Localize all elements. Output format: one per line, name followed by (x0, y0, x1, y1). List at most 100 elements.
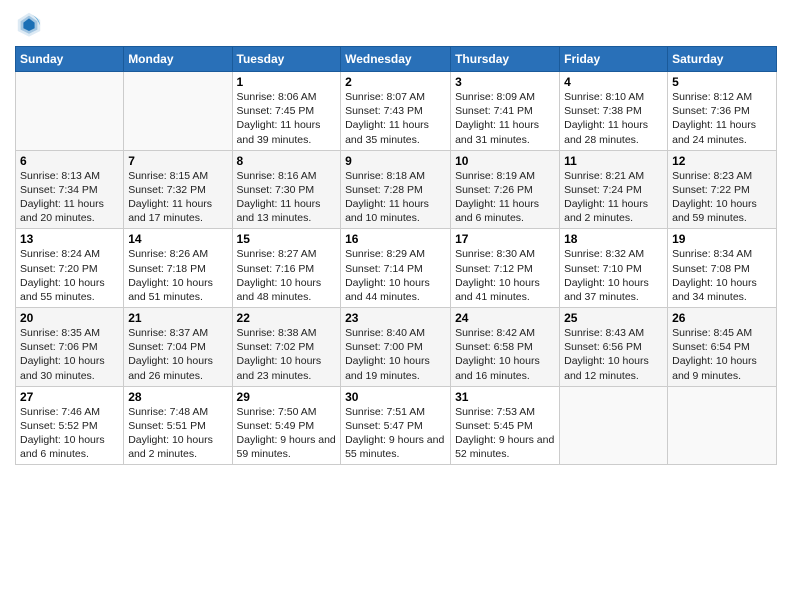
logo (15, 10, 47, 38)
day-number: 22 (237, 311, 337, 325)
day-header-wednesday: Wednesday (341, 47, 451, 72)
calendar-cell: 11Sunrise: 8:21 AM Sunset: 7:24 PM Dayli… (560, 150, 668, 229)
calendar-cell: 30Sunrise: 7:51 AM Sunset: 5:47 PM Dayli… (341, 386, 451, 465)
day-info: Sunrise: 8:21 AM Sunset: 7:24 PM Dayligh… (564, 169, 663, 226)
calendar-cell: 2Sunrise: 8:07 AM Sunset: 7:43 PM Daylig… (341, 72, 451, 151)
calendar-cell: 8Sunrise: 8:16 AM Sunset: 7:30 PM Daylig… (232, 150, 341, 229)
day-info: Sunrise: 8:40 AM Sunset: 7:00 PM Dayligh… (345, 326, 446, 383)
calendar-cell: 3Sunrise: 8:09 AM Sunset: 7:41 PM Daylig… (451, 72, 560, 151)
calendar-cell: 18Sunrise: 8:32 AM Sunset: 7:10 PM Dayli… (560, 229, 668, 308)
week-row-2: 6Sunrise: 8:13 AM Sunset: 7:34 PM Daylig… (16, 150, 777, 229)
day-header-saturday: Saturday (668, 47, 777, 72)
day-number: 11 (564, 154, 663, 168)
calendar-cell: 9Sunrise: 8:18 AM Sunset: 7:28 PM Daylig… (341, 150, 451, 229)
day-header-thursday: Thursday (451, 47, 560, 72)
day-number: 21 (128, 311, 227, 325)
calendar-cell: 23Sunrise: 8:40 AM Sunset: 7:00 PM Dayli… (341, 308, 451, 387)
calendar-cell: 13Sunrise: 8:24 AM Sunset: 7:20 PM Dayli… (16, 229, 124, 308)
header-row: SundayMondayTuesdayWednesdayThursdayFrid… (16, 47, 777, 72)
day-info: Sunrise: 8:23 AM Sunset: 7:22 PM Dayligh… (672, 169, 772, 226)
calendar-cell (124, 72, 232, 151)
calendar-cell: 14Sunrise: 8:26 AM Sunset: 7:18 PM Dayli… (124, 229, 232, 308)
day-number: 2 (345, 75, 446, 89)
day-info: Sunrise: 8:18 AM Sunset: 7:28 PM Dayligh… (345, 169, 446, 226)
day-number: 13 (20, 232, 119, 246)
day-number: 10 (455, 154, 555, 168)
week-row-1: 1Sunrise: 8:06 AM Sunset: 7:45 PM Daylig… (16, 72, 777, 151)
day-header-tuesday: Tuesday (232, 47, 341, 72)
calendar-cell: 19Sunrise: 8:34 AM Sunset: 7:08 PM Dayli… (668, 229, 777, 308)
calendar-cell: 31Sunrise: 7:53 AM Sunset: 5:45 PM Dayli… (451, 386, 560, 465)
day-info: Sunrise: 8:37 AM Sunset: 7:04 PM Dayligh… (128, 326, 227, 383)
day-number: 25 (564, 311, 663, 325)
day-number: 3 (455, 75, 555, 89)
day-info: Sunrise: 7:50 AM Sunset: 5:49 PM Dayligh… (237, 405, 337, 462)
day-number: 5 (672, 75, 772, 89)
calendar-cell: 16Sunrise: 8:29 AM Sunset: 7:14 PM Dayli… (341, 229, 451, 308)
day-number: 12 (672, 154, 772, 168)
calendar-cell: 7Sunrise: 8:15 AM Sunset: 7:32 PM Daylig… (124, 150, 232, 229)
day-number: 29 (237, 390, 337, 404)
day-number: 18 (564, 232, 663, 246)
day-number: 6 (20, 154, 119, 168)
day-info: Sunrise: 8:26 AM Sunset: 7:18 PM Dayligh… (128, 247, 227, 304)
calendar-cell: 22Sunrise: 8:38 AM Sunset: 7:02 PM Dayli… (232, 308, 341, 387)
calendar-cell: 28Sunrise: 7:48 AM Sunset: 5:51 PM Dayli… (124, 386, 232, 465)
logo-icon (15, 10, 43, 38)
calendar-cell: 27Sunrise: 7:46 AM Sunset: 5:52 PM Dayli… (16, 386, 124, 465)
calendar-cell: 4Sunrise: 8:10 AM Sunset: 7:38 PM Daylig… (560, 72, 668, 151)
day-info: Sunrise: 7:46 AM Sunset: 5:52 PM Dayligh… (20, 405, 119, 462)
calendar-cell: 12Sunrise: 8:23 AM Sunset: 7:22 PM Dayli… (668, 150, 777, 229)
day-info: Sunrise: 8:42 AM Sunset: 6:58 PM Dayligh… (455, 326, 555, 383)
day-info: Sunrise: 7:53 AM Sunset: 5:45 PM Dayligh… (455, 405, 555, 462)
calendar-cell: 1Sunrise: 8:06 AM Sunset: 7:45 PM Daylig… (232, 72, 341, 151)
calendar-cell (668, 386, 777, 465)
day-header-sunday: Sunday (16, 47, 124, 72)
day-info: Sunrise: 8:12 AM Sunset: 7:36 PM Dayligh… (672, 90, 772, 147)
calendar-cell: 10Sunrise: 8:19 AM Sunset: 7:26 PM Dayli… (451, 150, 560, 229)
calendar-cell (560, 386, 668, 465)
day-header-monday: Monday (124, 47, 232, 72)
day-info: Sunrise: 8:09 AM Sunset: 7:41 PM Dayligh… (455, 90, 555, 147)
header (15, 10, 777, 38)
calendar-cell: 29Sunrise: 7:50 AM Sunset: 5:49 PM Dayli… (232, 386, 341, 465)
day-info: Sunrise: 8:30 AM Sunset: 7:12 PM Dayligh… (455, 247, 555, 304)
day-info: Sunrise: 7:51 AM Sunset: 5:47 PM Dayligh… (345, 405, 446, 462)
calendar-cell: 21Sunrise: 8:37 AM Sunset: 7:04 PM Dayli… (124, 308, 232, 387)
day-number: 17 (455, 232, 555, 246)
day-number: 30 (345, 390, 446, 404)
day-number: 15 (237, 232, 337, 246)
day-number: 24 (455, 311, 555, 325)
calendar-cell: 25Sunrise: 8:43 AM Sunset: 6:56 PM Dayli… (560, 308, 668, 387)
week-row-4: 20Sunrise: 8:35 AM Sunset: 7:06 PM Dayli… (16, 308, 777, 387)
day-number: 4 (564, 75, 663, 89)
calendar-body: 1Sunrise: 8:06 AM Sunset: 7:45 PM Daylig… (16, 72, 777, 465)
day-info: Sunrise: 7:48 AM Sunset: 5:51 PM Dayligh… (128, 405, 227, 462)
day-number: 9 (345, 154, 446, 168)
day-number: 19 (672, 232, 772, 246)
day-number: 14 (128, 232, 227, 246)
day-info: Sunrise: 8:38 AM Sunset: 7:02 PM Dayligh… (237, 326, 337, 383)
calendar-cell: 6Sunrise: 8:13 AM Sunset: 7:34 PM Daylig… (16, 150, 124, 229)
day-info: Sunrise: 8:15 AM Sunset: 7:32 PM Dayligh… (128, 169, 227, 226)
calendar-header: SundayMondayTuesdayWednesdayThursdayFrid… (16, 47, 777, 72)
week-row-5: 27Sunrise: 7:46 AM Sunset: 5:52 PM Dayli… (16, 386, 777, 465)
day-info: Sunrise: 8:35 AM Sunset: 7:06 PM Dayligh… (20, 326, 119, 383)
day-number: 26 (672, 311, 772, 325)
day-info: Sunrise: 8:27 AM Sunset: 7:16 PM Dayligh… (237, 247, 337, 304)
day-number: 20 (20, 311, 119, 325)
day-number: 28 (128, 390, 227, 404)
day-info: Sunrise: 8:07 AM Sunset: 7:43 PM Dayligh… (345, 90, 446, 147)
day-number: 7 (128, 154, 227, 168)
day-info: Sunrise: 8:24 AM Sunset: 7:20 PM Dayligh… (20, 247, 119, 304)
day-info: Sunrise: 8:45 AM Sunset: 6:54 PM Dayligh… (672, 326, 772, 383)
calendar-cell: 20Sunrise: 8:35 AM Sunset: 7:06 PM Dayli… (16, 308, 124, 387)
week-row-3: 13Sunrise: 8:24 AM Sunset: 7:20 PM Dayli… (16, 229, 777, 308)
page: SundayMondayTuesdayWednesdayThursdayFrid… (0, 0, 792, 612)
day-info: Sunrise: 8:43 AM Sunset: 6:56 PM Dayligh… (564, 326, 663, 383)
calendar-cell: 15Sunrise: 8:27 AM Sunset: 7:16 PM Dayli… (232, 229, 341, 308)
calendar-cell: 26Sunrise: 8:45 AM Sunset: 6:54 PM Dayli… (668, 308, 777, 387)
calendar-cell (16, 72, 124, 151)
day-info: Sunrise: 8:19 AM Sunset: 7:26 PM Dayligh… (455, 169, 555, 226)
day-info: Sunrise: 8:06 AM Sunset: 7:45 PM Dayligh… (237, 90, 337, 147)
